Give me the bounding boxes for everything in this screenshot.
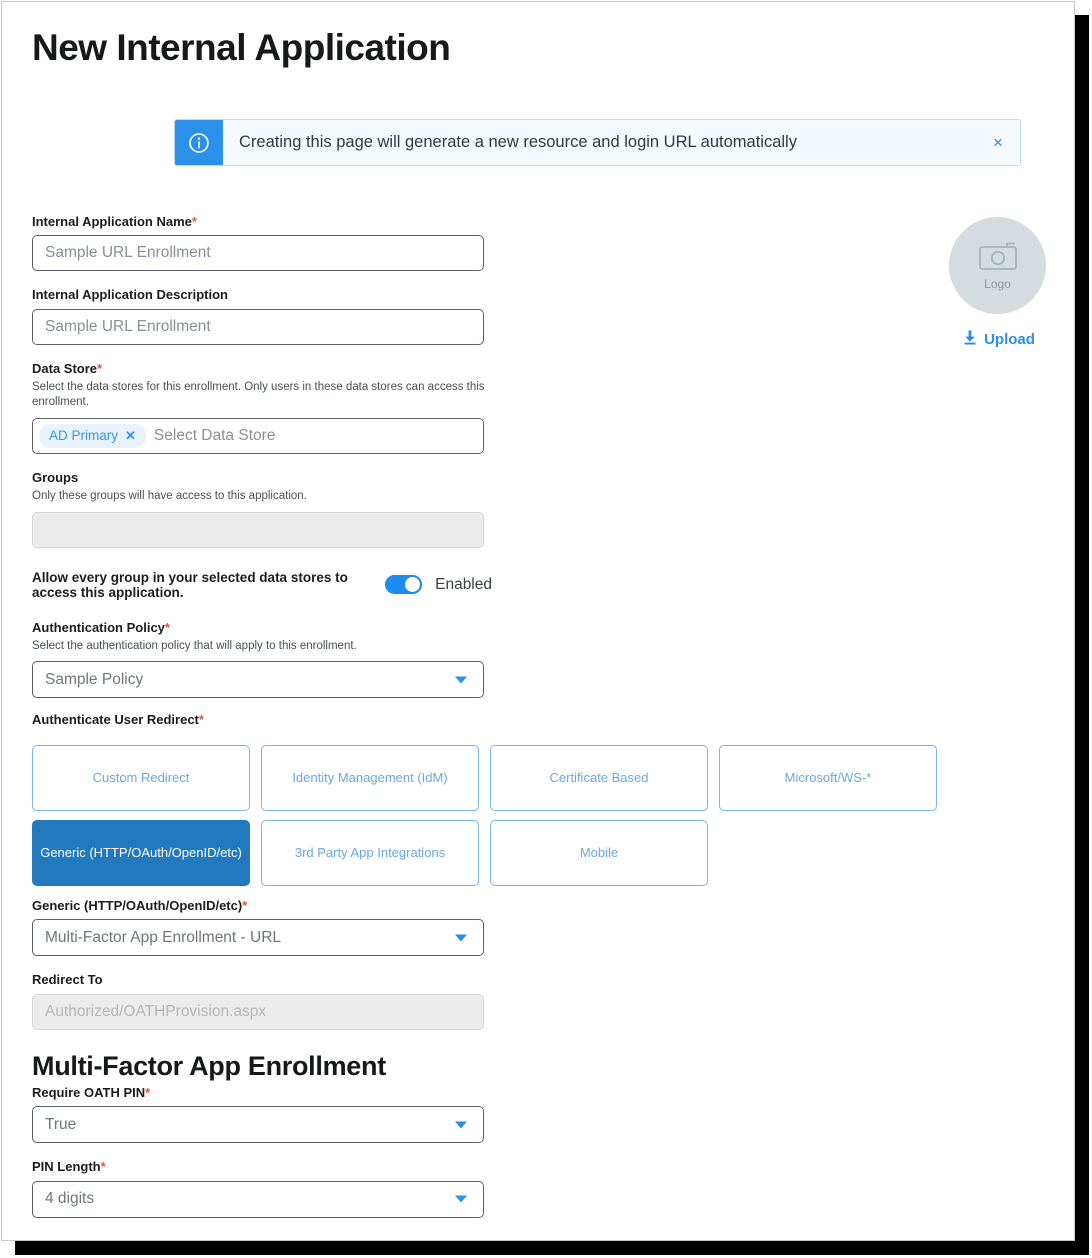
required-marker: * xyxy=(192,214,197,229)
groups-label-text: Groups xyxy=(32,470,78,485)
auth-policy-select[interactable]: Sample Policy xyxy=(32,661,484,698)
form-column: Internal Application Name* Sample URL En… xyxy=(32,214,492,698)
pin-length-value: 4 digits xyxy=(45,1190,94,1208)
app-description-input[interactable]: Sample URL Enrollment xyxy=(32,309,484,345)
auth-policy-label: Authentication Policy* xyxy=(32,620,492,636)
info-banner: Creating this page will generate a new r… xyxy=(174,119,1021,166)
allow-all-groups-row: Allow every group in your selected data … xyxy=(32,570,492,600)
app-name-input[interactable]: Sample URL Enrollment xyxy=(32,235,484,271)
authenticate-user-redirect-group: Custom Redirect Identity Management (IdM… xyxy=(32,745,942,886)
toggle-knob xyxy=(403,575,422,594)
redirect-option-3rd-party-app-integrations[interactable]: 3rd Party App Integrations xyxy=(261,820,479,886)
redirect-to-label: Redirect To xyxy=(32,972,492,988)
redirect-option-custom-redirect[interactable]: Custom Redirect xyxy=(32,745,250,811)
redirect-option-certificate-based[interactable]: Certificate Based xyxy=(490,745,708,811)
data-store-label: Data Store* xyxy=(32,361,492,377)
required-marker: * xyxy=(145,1085,150,1100)
chip-label: AD Primary xyxy=(49,428,118,443)
chevron-down-icon xyxy=(455,1121,467,1128)
allow-all-groups-state: Enabled xyxy=(435,576,492,594)
app-description-label-text: Internal Application Description xyxy=(32,287,228,302)
redirect-to-input: Authorized/OATHProvision.aspx xyxy=(32,994,484,1030)
generic-type-label-text: Generic (HTTP/OAuth/OpenID/etc) xyxy=(32,898,242,913)
redirect-option-generic[interactable]: Generic (HTTP/OAuth/OpenID/etc) xyxy=(32,820,250,886)
download-arrow-icon xyxy=(963,330,977,349)
camera-icon xyxy=(978,241,1018,276)
redirect-option-microsoft-ws[interactable]: Microsoft/WS-* xyxy=(719,745,937,811)
app-name-label-text: Internal Application Name xyxy=(32,214,192,229)
generic-config-section: Generic (HTTP/OAuth/OpenID/etc)* Multi-F… xyxy=(32,898,492,1218)
required-marker: * xyxy=(97,361,102,376)
data-store-input[interactable]: AD Primary ✕ Select Data Store xyxy=(32,418,484,454)
content-card: New Internal Application Creating this p… xyxy=(1,1,1075,1241)
pin-length-label: PIN Length* xyxy=(32,1159,492,1175)
chip-ad-primary[interactable]: AD Primary ✕ xyxy=(39,424,146,448)
data-store-help: Select the data stores for this enrollme… xyxy=(32,380,487,411)
app-name-label: Internal Application Name* xyxy=(32,214,492,230)
require-oath-pin-label: Require OATH PIN* xyxy=(32,1085,492,1101)
info-banner-message: Creating this page will generate a new r… xyxy=(223,120,976,165)
redirect-option-identity-management[interactable]: Identity Management (IdM) xyxy=(261,745,479,811)
required-marker: * xyxy=(242,898,247,913)
info-circle-icon xyxy=(175,120,223,165)
logo-panel: Logo Upload xyxy=(949,217,1049,349)
required-marker: * xyxy=(101,1159,106,1174)
chip-remove-icon[interactable]: ✕ xyxy=(125,429,136,442)
upload-button[interactable]: Upload xyxy=(949,330,1049,349)
app-screen: New Internal Application Creating this p… xyxy=(0,0,1092,1258)
chevron-down-icon xyxy=(455,1196,467,1203)
generic-type-select[interactable]: Multi-Factor App Enrollment - URL xyxy=(32,919,484,956)
groups-help: Only these groups will have access to th… xyxy=(32,489,487,505)
pin-length-label-text: PIN Length xyxy=(32,1159,101,1174)
require-oath-pin-select[interactable]: True xyxy=(32,1106,484,1143)
data-store-placeholder: Select Data Store xyxy=(150,427,275,445)
authenticate-user-redirect-label: Authenticate User Redirect* xyxy=(32,712,204,727)
logo-caption: Logo xyxy=(984,278,1011,290)
app-description-label: Internal Application Description xyxy=(32,287,492,303)
require-oath-pin-value: True xyxy=(45,1116,76,1134)
groups-input[interactable] xyxy=(32,512,484,548)
authenticate-user-redirect-label-text: Authenticate User Redirect xyxy=(32,712,199,727)
generic-type-label: Generic (HTTP/OAuth/OpenID/etc)* xyxy=(32,898,492,914)
page-title: New Internal Application xyxy=(32,28,450,69)
generic-type-value: Multi-Factor App Enrollment - URL xyxy=(45,929,281,947)
mfa-section-title: Multi-Factor App Enrollment xyxy=(32,1052,492,1082)
require-oath-pin-label-text: Require OATH PIN xyxy=(32,1085,145,1100)
close-icon[interactable]: × xyxy=(976,120,1020,165)
allow-all-groups-toggle[interactable] xyxy=(385,575,422,594)
chevron-down-icon xyxy=(455,934,467,941)
auth-policy-label-text: Authentication Policy xyxy=(32,620,165,635)
allow-all-groups-label: Allow every group in your selected data … xyxy=(32,570,373,600)
redirect-option-mobile[interactable]: Mobile xyxy=(490,820,708,886)
groups-label: Groups xyxy=(32,470,492,486)
redirect-to-label-text: Redirect To xyxy=(32,972,103,987)
auth-policy-value: Sample Policy xyxy=(45,671,143,689)
upload-label: Upload xyxy=(984,331,1035,348)
chevron-down-icon xyxy=(455,676,467,683)
required-marker: * xyxy=(165,620,170,635)
required-marker: * xyxy=(199,712,204,727)
auth-policy-help: Select the authentication policy that wi… xyxy=(32,639,487,655)
pin-length-select[interactable]: 4 digits xyxy=(32,1181,484,1218)
data-store-label-text: Data Store xyxy=(32,361,97,376)
logo-placeholder[interactable]: Logo xyxy=(949,217,1046,314)
